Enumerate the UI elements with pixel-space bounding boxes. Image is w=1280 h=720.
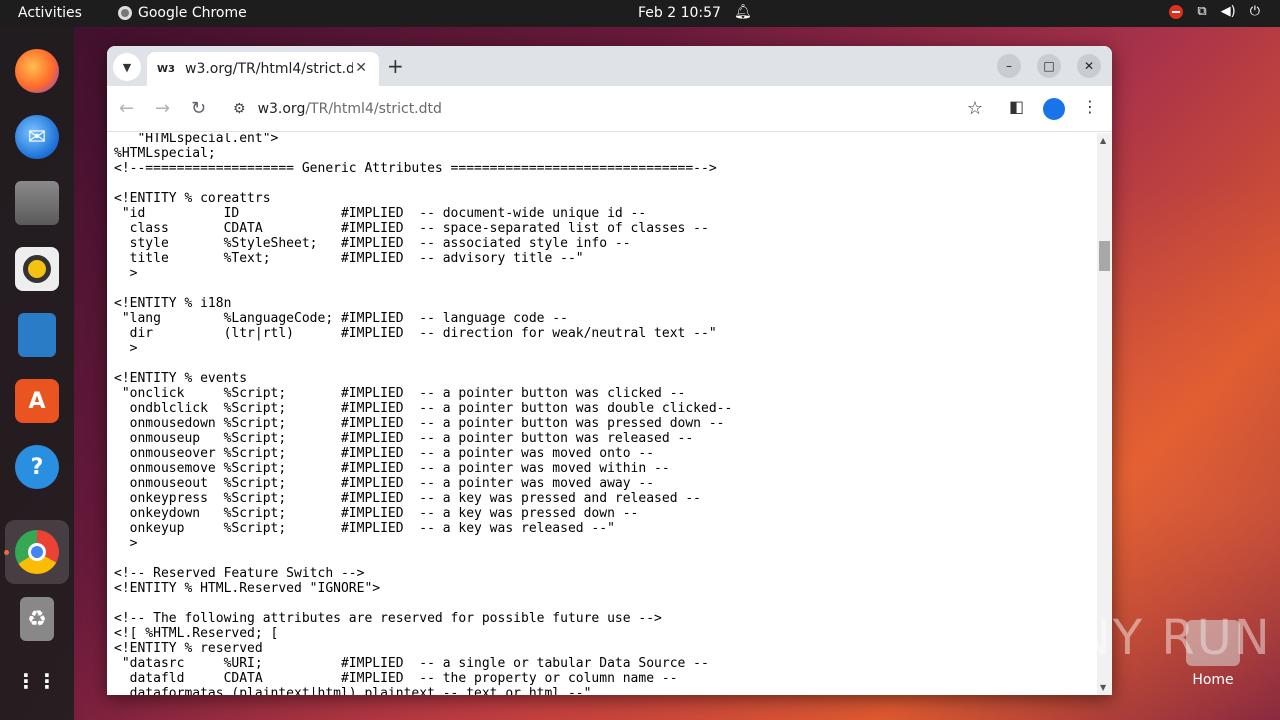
- url-host: w3.org: [257, 101, 306, 117]
- thunderbird-icon: ✉: [15, 115, 59, 159]
- dock-show-apps[interactable]: ⋮⋮: [13, 657, 61, 705]
- tab-close-icon[interactable]: ✕: [355, 60, 367, 76]
- dock: ✉ A ? ♻ ⋮⋮: [0, 27, 74, 720]
- side-panel-icon[interactable]: ◧: [1009, 97, 1024, 116]
- site-info-icon[interactable]: ⚙: [233, 101, 246, 117]
- files-icon: [15, 181, 59, 225]
- dock-writer[interactable]: [13, 311, 61, 359]
- scroll-down-icon[interactable]: ▼: [1100, 683, 1106, 692]
- dock-rhythmbox[interactable]: [13, 245, 61, 293]
- desktop-home-folder[interactable]: Home: [1185, 620, 1241, 700]
- page-content: "HTMLspecial.ent"> %HTMLspecial; <!--===…: [107, 133, 1097, 695]
- dtd-source-text: "HTMLspecial.ent"> %HTMLspecial; <!--===…: [114, 133, 733, 695]
- chrome-icon: [118, 6, 132, 20]
- app-menu[interactable]: Google Chrome: [118, 5, 247, 21]
- clock[interactable]: Feb 2 10:57: [638, 5, 721, 21]
- scrollbar-thumb[interactable]: [1099, 241, 1110, 271]
- network-icon: ⧉: [1197, 4, 1207, 19]
- volume-icon: ◀︎): [1220, 4, 1236, 19]
- firefox-icon: [15, 49, 59, 93]
- home-label: Home: [1192, 672, 1234, 688]
- tab-title: w3.org/TR/html4/strict.dtd: [185, 61, 353, 77]
- libreoffice-writer-icon: [18, 313, 56, 357]
- url-path: /TR/html4/strict.dtd: [305, 101, 442, 117]
- app-name: Google Chrome: [138, 5, 247, 21]
- app-center-icon: A: [15, 379, 59, 423]
- address-text: w3.org/TR/html4/strict.dtd: [258, 101, 442, 117]
- do-not-disturb-icon: [1169, 4, 1184, 19]
- notification-bell-icon[interactable]: 🔔︎: [734, 4, 752, 20]
- minimize-button[interactable]: –: [997, 54, 1021, 78]
- tab-search-button[interactable]: ▼: [113, 53, 141, 81]
- reload-button[interactable]: ↻: [191, 98, 206, 119]
- tab-strip: ▼ W3 w3.org/TR/html4/strict.dtd ✕ + – □ …: [107, 46, 1112, 86]
- dock-help[interactable]: ?: [13, 443, 61, 491]
- rhythmbox-icon: [15, 247, 59, 291]
- dock-thunderbird[interactable]: ✉: [13, 113, 61, 161]
- trash-icon: ♻: [20, 597, 54, 641]
- menu-icon[interactable]: ⋮: [1082, 97, 1098, 116]
- scroll-up-icon[interactable]: ▲: [1100, 136, 1106, 145]
- chrome-icon: [15, 530, 59, 574]
- new-tab-button[interactable]: +: [387, 54, 404, 78]
- tab-active[interactable]: W3 w3.org/TR/html4/strict.dtd ✕: [147, 52, 379, 86]
- show-apps-icon: ⋮⋮: [16, 669, 58, 693]
- home-folder-icon: [1186, 620, 1240, 666]
- activities-button[interactable]: Activities: [18, 5, 82, 21]
- w3c-favicon-icon: W3: [157, 63, 175, 75]
- chrome-window: ▼ W3 w3.org/TR/html4/strict.dtd ✕ + – □ …: [107, 46, 1112, 695]
- dock-chrome[interactable]: [5, 520, 69, 584]
- dock-app-center[interactable]: A: [13, 377, 61, 425]
- omnibox[interactable]: ⚙ w3.org/TR/html4/strict.dtd ☆: [223, 93, 991, 125]
- dock-files[interactable]: [13, 179, 61, 227]
- top-bar: Activities Google Chrome Feb 2 10:57 🔔︎ …: [0, 0, 1280, 27]
- toolbar: ← → ↻ ⚙ w3.org/TR/html4/strict.dtd ☆ ◧ ⋮: [107, 86, 1112, 132]
- dock-firefox[interactable]: [13, 47, 61, 95]
- close-window-button[interactable]: ✕: [1077, 54, 1101, 78]
- system-tray[interactable]: ⧉ ◀︎) ⏻: [1169, 4, 1260, 19]
- profile-avatar[interactable]: [1043, 98, 1065, 120]
- back-button[interactable]: ←: [119, 98, 134, 119]
- chevron-down-icon: ▼: [122, 60, 132, 74]
- bookmark-star-icon[interactable]: ☆: [967, 98, 983, 119]
- maximize-button[interactable]: □: [1037, 54, 1061, 78]
- help-icon: ?: [15, 445, 59, 489]
- dock-trash[interactable]: ♻: [13, 595, 61, 643]
- forward-button[interactable]: →: [155, 98, 170, 119]
- power-icon: ⏻: [1249, 4, 1260, 19]
